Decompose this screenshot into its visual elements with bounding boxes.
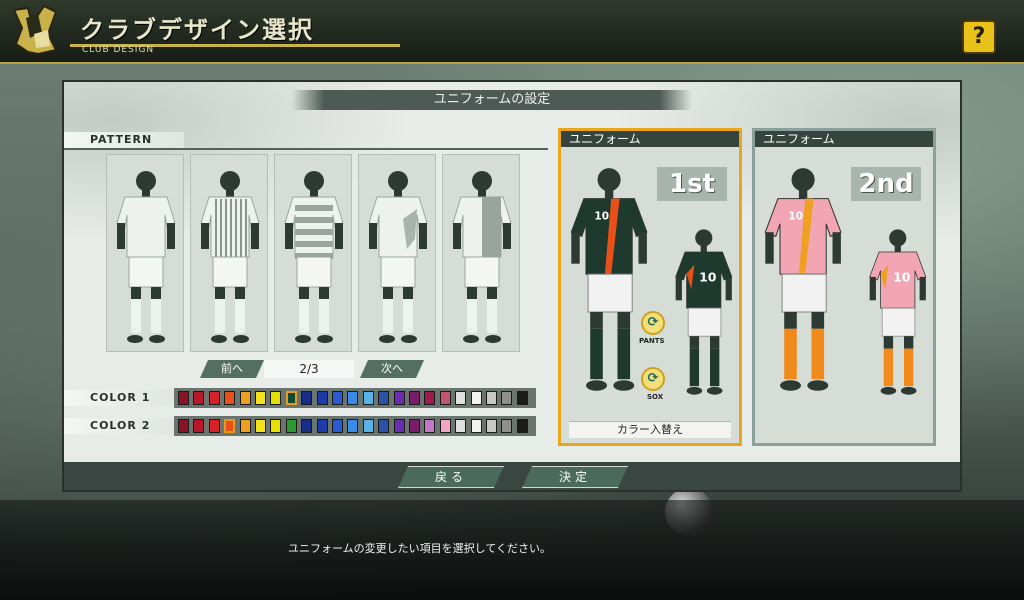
pattern-option-splash[interactable] [358, 154, 436, 352]
uniform-first-front: 10 [570, 168, 648, 391]
color2-swatch[interactable] [455, 419, 467, 433]
color1-swatch[interactable] [409, 391, 420, 405]
pattern-option-pinstripe[interactable] [190, 154, 268, 352]
color1-swatch[interactable] [208, 391, 220, 405]
color1-swatch[interactable] [439, 391, 451, 405]
color1-swatch[interactable] [316, 391, 328, 405]
color2-swatch[interactable] [224, 419, 236, 433]
color2-swatch[interactable] [301, 419, 313, 433]
sox-swap-label: SOX [647, 393, 664, 401]
color2-swatch[interactable] [332, 419, 343, 433]
color2-swatch[interactable] [285, 419, 297, 433]
color1-swatch[interactable] [424, 391, 436, 405]
color2-swatch[interactable] [316, 419, 328, 433]
color1-label: COLOR 1 [64, 390, 176, 406]
color1-swatch[interactable] [270, 391, 282, 405]
color2-swatch[interactable] [255, 419, 266, 433]
player-figure [200, 171, 260, 343]
color2-swatch[interactable] [470, 419, 482, 433]
color1-swatch[interactable] [378, 391, 390, 405]
pants-swap-label: PANTS [639, 337, 665, 345]
kit-label-second: 2nd [851, 167, 921, 201]
color2-swatch[interactable] [193, 419, 205, 433]
color1-swatch[interactable] [393, 391, 405, 405]
color1-swatch[interactable] [178, 391, 189, 405]
color1-swatch[interactable] [470, 391, 482, 405]
color1-swatch[interactable] [501, 391, 513, 405]
uniform-settings-panel: ユニフォームの設定 PATTERN 前へ 2/3 次へ COLOR 1 COLO… [62, 80, 962, 492]
player-figure [116, 171, 176, 343]
color2-swatch[interactable] [378, 419, 390, 433]
uniform-first-card[interactable]: ユニフォーム 1st 10 10 ⟳ PANTS ⟳ SOX カラー入替え [558, 128, 742, 446]
color1-swatch[interactable] [362, 391, 374, 405]
pattern-option-plain[interactable] [106, 154, 184, 352]
svg-text:10: 10 [788, 211, 803, 223]
confirm-button[interactable]: 決定 [522, 466, 628, 488]
title-bar: クラブデザイン選択 CLUB DESIGN ? [0, 0, 1024, 64]
color1-swatch[interactable] [486, 391, 497, 405]
uniform-second-header: ユニフォーム [755, 131, 933, 147]
color1-swatch[interactable] [255, 391, 266, 405]
uniform-second-card[interactable]: ユニフォーム 2nd 10 10 [752, 128, 936, 446]
pattern-option-hoops[interactable] [274, 154, 352, 352]
pants-swap-button[interactable]: ⟳ [641, 311, 665, 335]
color2-swatch[interactable] [347, 419, 359, 433]
color2-swatch[interactable] [439, 419, 451, 433]
uniform-first-header: ユニフォーム [561, 131, 739, 147]
page-subtitle: CLUB DESIGN [82, 45, 155, 55]
color2-swatch[interactable] [486, 419, 497, 433]
color1-swatch[interactable] [332, 391, 343, 405]
color1-swatch[interactable] [224, 391, 236, 405]
back-button[interactable]: 戻る [398, 466, 504, 488]
color2-palette [174, 416, 536, 436]
color2-swatch[interactable] [270, 419, 282, 433]
section-title: ユニフォームの設定 [292, 90, 692, 110]
color1-swatch[interactable] [301, 391, 313, 405]
color2-swatch[interactable] [424, 419, 436, 433]
color2-swatch[interactable] [239, 419, 251, 433]
color2-swatch[interactable] [178, 419, 189, 433]
uniform-second-back: 10 [869, 229, 927, 395]
color1-swatch[interactable] [516, 391, 528, 405]
color-swap-button[interactable]: カラー入替え [569, 421, 731, 438]
color1-swatch[interactable] [239, 391, 251, 405]
color2-label: COLOR 2 [64, 418, 176, 434]
pattern-label: PATTERN [64, 132, 184, 148]
kit-label-first: 1st [657, 167, 727, 201]
svg-text:10: 10 [893, 270, 911, 285]
svg-text:10: 10 [594, 211, 609, 223]
svg-text:10: 10 [699, 270, 717, 285]
color1-swatch[interactable] [455, 391, 467, 405]
color2-swatch[interactable] [362, 419, 374, 433]
sox-swap-button[interactable]: ⟳ [641, 367, 665, 391]
player-figure [368, 171, 428, 343]
page-indicator: 2/3 [264, 360, 354, 378]
instruction-message: ユニフォームの変更したい項目を選択してください。 [288, 542, 552, 555]
color2-swatch[interactable] [501, 419, 513, 433]
help-button[interactable]: ? [962, 20, 996, 54]
prev-page-button[interactable]: 前へ [200, 360, 264, 378]
color1-swatch[interactable] [347, 391, 359, 405]
uniform-second-front: 10 [764, 168, 842, 391]
color2-swatch[interactable] [208, 419, 220, 433]
color1-palette [174, 388, 536, 408]
club-logo-icon [12, 4, 58, 56]
pattern-option-half[interactable] [442, 154, 520, 352]
uniform-first-back: 10 [675, 229, 733, 395]
next-page-button[interactable]: 次へ [360, 360, 424, 378]
player-figure [284, 171, 344, 343]
footer-bar [64, 462, 960, 490]
page-title: クラブデザイン選択 [80, 16, 314, 44]
color2-swatch[interactable] [516, 419, 528, 433]
color1-swatch[interactable] [193, 391, 205, 405]
color2-swatch[interactable] [409, 419, 420, 433]
pattern-divider [64, 148, 548, 150]
color2-swatch[interactable] [393, 419, 405, 433]
player-figure [452, 171, 512, 343]
color1-swatch[interactable] [285, 391, 297, 405]
